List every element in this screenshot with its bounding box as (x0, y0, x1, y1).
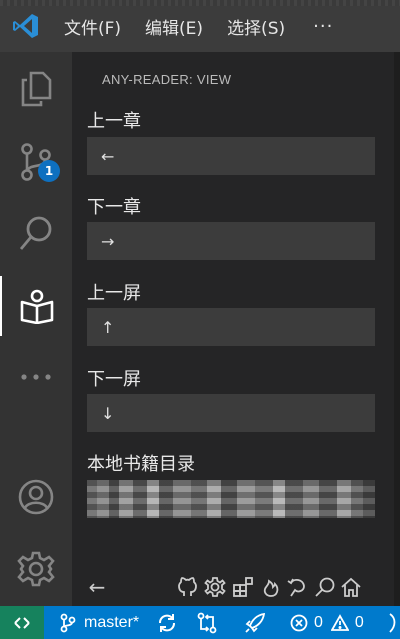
view-title: ANY-READER: VIEW (102, 72, 232, 87)
menu-edit[interactable]: 编辑(E) (133, 14, 215, 39)
settings-gear-icon[interactable] (0, 539, 72, 599)
view-toolbar: ← (72, 572, 394, 602)
next-chapter-key: → (101, 231, 115, 251)
prev-screen-key: ↑ (101, 317, 115, 337)
branch-name: master* (84, 613, 140, 631)
prev-screen-keybinding-field[interactable]: ↑ (87, 308, 375, 346)
branch-icon (60, 613, 76, 632)
prev-chapter-key: ← (101, 146, 115, 166)
editor-edge (394, 52, 400, 606)
more-views-icon[interactable] (0, 347, 72, 407)
vscode-logo-icon (0, 0, 52, 52)
side-bar: ANY-READER: VIEW 上一章 ← 下一章 → 上一屏 ↑ 下一屏 ↓… (72, 52, 394, 606)
local-books-directory-label: 本地书籍目录 (87, 454, 195, 475)
prev-chapter-keybinding-field[interactable]: ← (87, 137, 375, 175)
remote-indicator-icon[interactable] (0, 606, 44, 639)
problems-status[interactable]: 0 0 (290, 606, 364, 639)
warning-icon (330, 613, 349, 631)
search-icon[interactable] (0, 204, 72, 264)
back-button[interactable]: ← (86, 572, 108, 602)
menu-more-icon[interactable]: ··· (297, 16, 345, 37)
prev-chapter-label: 上一章 (87, 111, 141, 132)
error-icon (290, 614, 308, 631)
branch-status[interactable]: master* (60, 606, 139, 639)
menu-selection[interactable]: 选择(S) (215, 14, 297, 39)
flame-icon[interactable] (258, 572, 284, 602)
search-icon[interactable] (312, 572, 338, 602)
sync-icon[interactable] (156, 606, 178, 639)
next-screen-keybinding-field[interactable]: ↓ (87, 394, 375, 432)
next-screen-key: ↓ (101, 403, 115, 423)
git-compare-icon[interactable] (196, 606, 218, 639)
home-icon[interactable] (338, 572, 364, 602)
history-icon[interactable] (284, 572, 310, 602)
prev-screen-label: 上一屏 (87, 283, 141, 304)
extensions-icon[interactable] (230, 572, 256, 602)
menu-bar: 文件(F) 编辑(E) 选择(S) ··· (52, 0, 345, 52)
next-chapter-label: 下一章 (87, 197, 141, 218)
title-bar: 文件(F) 编辑(E) 选择(S) ··· (0, 0, 400, 52)
explorer-icon[interactable] (0, 59, 72, 119)
local-books-directory-field[interactable] (87, 480, 375, 518)
deploy-rocket-icon[interactable] (244, 606, 266, 639)
source-control-icon[interactable] (0, 132, 72, 192)
accounts-icon[interactable] (0, 467, 72, 527)
warning-count: 0 (354, 613, 364, 631)
any-reader-book-icon[interactable] (0, 276, 72, 336)
next-screen-label: 下一屏 (87, 369, 141, 390)
menu-file[interactable]: 文件(F) (52, 14, 133, 39)
error-count: 0 (314, 613, 323, 631)
next-chapter-keybinding-field[interactable]: → (87, 222, 375, 260)
settings-icon[interactable] (202, 572, 228, 602)
extension-status-icon[interactable] (388, 606, 400, 639)
status-bar: master* 0 0 (0, 606, 400, 639)
github-icon[interactable] (174, 572, 200, 602)
activity-bar: 1 (0, 52, 72, 606)
scm-badge: 1 (38, 160, 60, 182)
